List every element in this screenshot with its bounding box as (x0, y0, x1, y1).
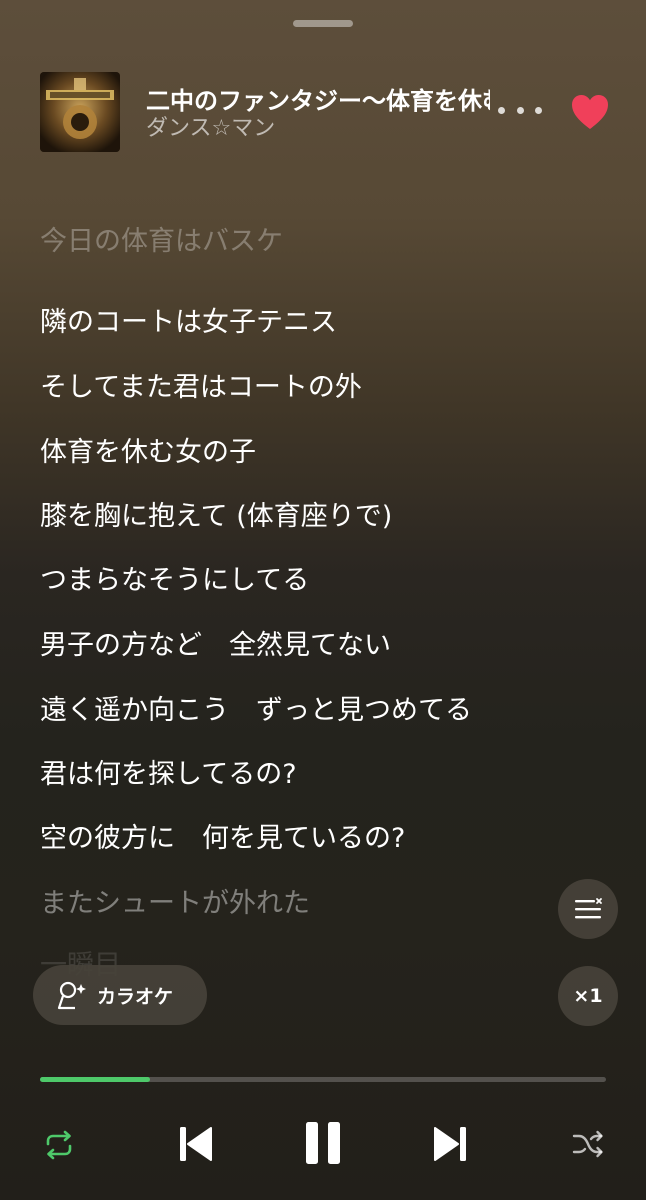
repeat-button[interactable] (34, 1120, 84, 1170)
pause-icon (306, 1122, 340, 1164)
microphone-icon (57, 981, 86, 1010)
lyric-line[interactable]: そしてまた君はコートの外 (40, 370, 362, 406)
lyric-line[interactable]: 膝を胸に抱えて (体育座りで) (40, 499, 392, 535)
lyric-line[interactable]: 男子の方など 全然見てない (40, 628, 391, 664)
queue-button[interactable] (558, 879, 618, 939)
lyric-line[interactable]: 隣のコートは女子テニス (40, 305, 337, 341)
queue-icon (575, 898, 602, 919)
lyric-line[interactable]: 空の彼方に 何を見ているの? (40, 821, 405, 857)
lyric-line[interactable]: 遠く遥か向こう ずっと見つめてる (40, 693, 472, 729)
karaoke-button[interactable]: カラオケ (33, 965, 207, 1025)
lyric-line[interactable]: 今日の体育はバスケ (40, 224, 283, 260)
lyric-line[interactable]: 体育を休む女の子 (40, 435, 256, 471)
playback-speed-button[interactable]: ×1 (558, 966, 618, 1026)
karaoke-label: カラオケ (97, 985, 174, 1008)
shuffle-icon (572, 1130, 603, 1158)
lyric-line[interactable]: またシュートが外れた (40, 886, 310, 922)
playback-speed-label: ×1 (573, 985, 603, 1007)
skip-next-icon (434, 1127, 466, 1161)
progress-bar[interactable] (40, 1077, 606, 1082)
progress-fill (40, 1077, 151, 1082)
next-track-button[interactable] (428, 1121, 474, 1167)
previous-track-button[interactable] (172, 1121, 218, 1167)
repeat-icon (46, 1130, 72, 1160)
lyric-line[interactable]: 君は何を探してるの? (40, 757, 297, 793)
lyric-line[interactable]: つまらなそうにしてる (40, 563, 309, 599)
skip-previous-icon (180, 1127, 212, 1161)
play-pause-button[interactable] (298, 1118, 348, 1168)
shuffle-button[interactable] (564, 1120, 612, 1168)
